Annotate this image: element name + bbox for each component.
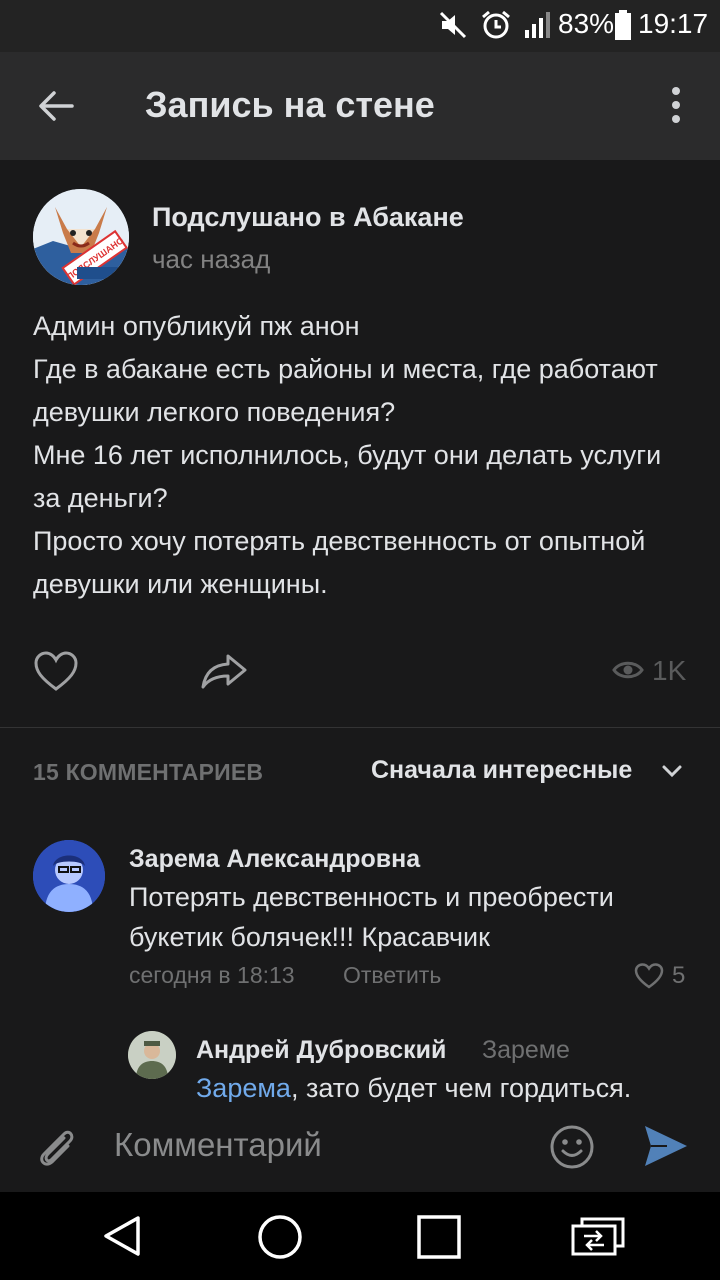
share-icon[interactable] [200,652,248,690]
system-nav-bar [0,1192,720,1280]
emoji-smile-icon[interactable] [548,1123,596,1171]
comment-input-bar [0,1102,720,1192]
like-heart-icon[interactable] [33,650,79,692]
comment-text-wrap: Зарема, зато будет чем гордиться. [196,1068,696,1102]
mention-link[interactable]: Зарема [196,1073,291,1102]
nav-recents-icon[interactable] [416,1214,462,1260]
status-bar: 83% 19:17 [0,0,720,52]
post-time: час назад [152,244,271,274]
comments-count: 15 КОММЕНТАРИЕВ [33,759,264,785]
clock: 19:17 [638,8,709,39]
arrow-left-icon[interactable] [36,88,76,124]
reply-button[interactable]: Ответить [343,962,441,989]
comment-reply-to[interactable]: Зареме [482,1036,570,1065]
chevron-down-icon[interactable] [660,763,684,779]
nav-back-icon[interactable] [100,1214,144,1258]
comment-text: , зато будет чем гордиться. [290,1073,632,1102]
page-title: Запись на стене [145,84,435,125]
comment-time: сегодня в 18:13 [129,962,295,988]
nav-home-icon[interactable] [257,1214,303,1260]
alarm-icon [482,10,510,39]
signal-icon [525,12,550,38]
comment-author[interactable]: Андрей Дубровский [196,1036,446,1065]
comment-text: Потерять девственность и преобрести буке… [129,882,614,952]
fox-logo-icon: ПОДСЛУШАНО [33,189,129,285]
divider [0,727,720,728]
paperclip-icon[interactable] [34,1124,80,1170]
comment-input[interactable]: Комментарий [114,1126,322,1164]
mute-icon [439,11,467,39]
views-count: 1K [652,655,687,686]
more-vertical-icon[interactable] [668,86,684,126]
comments-sort-dropdown[interactable]: Сначала интересные [371,756,632,785]
post-author-name[interactable]: Подслушано в Абакане [152,202,464,233]
comment-author[interactable]: Зарема Александровна [129,845,420,874]
views-eye-icon [612,661,644,679]
battery-icon [615,10,631,40]
avatar[interactable] [33,840,105,912]
user-photo-icon [33,840,105,912]
user-photo-icon [128,1031,176,1079]
post-text: Админ опубликуй пж анон Где в абакане ес… [33,311,662,599]
nav-switch-apps-icon[interactable] [570,1216,626,1258]
battery-percent: 83% [558,8,615,39]
comment-like-heart-icon[interactable] [634,962,664,990]
post-author-avatar[interactable]: ПОДСЛУШАНО [33,189,129,285]
comment-like-count: 5 [672,962,686,989]
send-icon[interactable] [643,1124,689,1168]
avatar[interactable] [128,1031,176,1079]
app-header: Запись на стене [0,52,720,160]
